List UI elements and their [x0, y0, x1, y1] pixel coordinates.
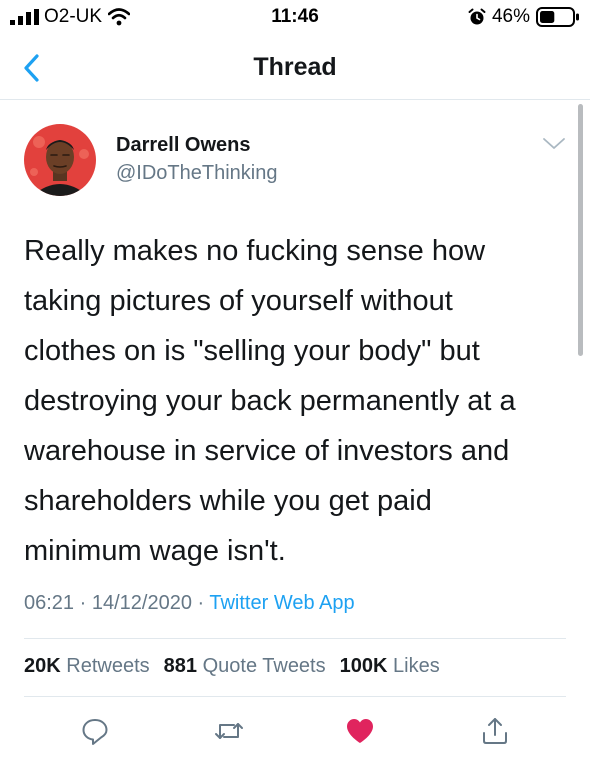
- retweet-button[interactable]: [214, 716, 244, 746]
- share-icon: [483, 718, 507, 744]
- meta-separator: ·: [74, 592, 92, 614]
- share-button[interactable]: [480, 716, 510, 746]
- tweet-source-link[interactable]: Twitter Web App: [209, 592, 354, 614]
- like-icon: [347, 719, 373, 743]
- author-handle[interactable]: @IDoTheThinking: [116, 162, 277, 185]
- likes-count: 100K: [339, 655, 388, 677]
- battery-percent: 46%: [491, 6, 530, 27]
- page-title: Thread: [253, 53, 337, 81]
- divider: [24, 696, 566, 697]
- tweet-date: 14/12/2020: [91, 592, 192, 614]
- like-button[interactable]: [345, 716, 375, 746]
- alarm-icon: [468, 8, 486, 25]
- divider: [24, 638, 566, 639]
- battery-icon: [536, 7, 579, 27]
- author-name[interactable]: Darrell Owens: [116, 134, 251, 157]
- retweets-label: Retweets: [66, 655, 150, 677]
- avatar-image: [24, 124, 96, 196]
- avatar[interactable]: [24, 124, 96, 196]
- nav-bar: Thread: [0, 36, 590, 100]
- status-right: 46%: [468, 6, 580, 28]
- reply-icon: [82, 719, 108, 745]
- reply-button[interactable]: [80, 716, 110, 746]
- likes-label: Likes: [393, 655, 440, 677]
- chevron-down-icon[interactable]: [540, 134, 568, 154]
- scrollbar[interactable]: [578, 104, 583, 356]
- tweet-text: Really makes no fucking sense how taking…: [24, 235, 516, 567]
- likes-stat[interactable]: 100K Likes: [340, 655, 440, 677]
- retweet-icon: [215, 723, 243, 739]
- quote-tweets-count: 881: [163, 655, 198, 677]
- tweet-meta: 06:21 · 14/12/2020 · Twitter Web App: [24, 592, 355, 615]
- meta-separator: ·: [191, 592, 210, 614]
- quote-tweets-stat[interactable]: 881 Quote Tweets: [164, 655, 326, 677]
- tweet-stats: 20K Retweets 881 Quote Tweets 100K Likes: [24, 655, 440, 678]
- tweet-time: 06:21: [24, 592, 75, 614]
- retweets-stat[interactable]: 20K Retweets: [24, 655, 150, 677]
- status-bar: O2-UK 11:46 46%: [0, 0, 590, 36]
- retweets-count: 20K: [24, 655, 61, 677]
- quote-tweets-label: Quote Tweets: [202, 655, 326, 677]
